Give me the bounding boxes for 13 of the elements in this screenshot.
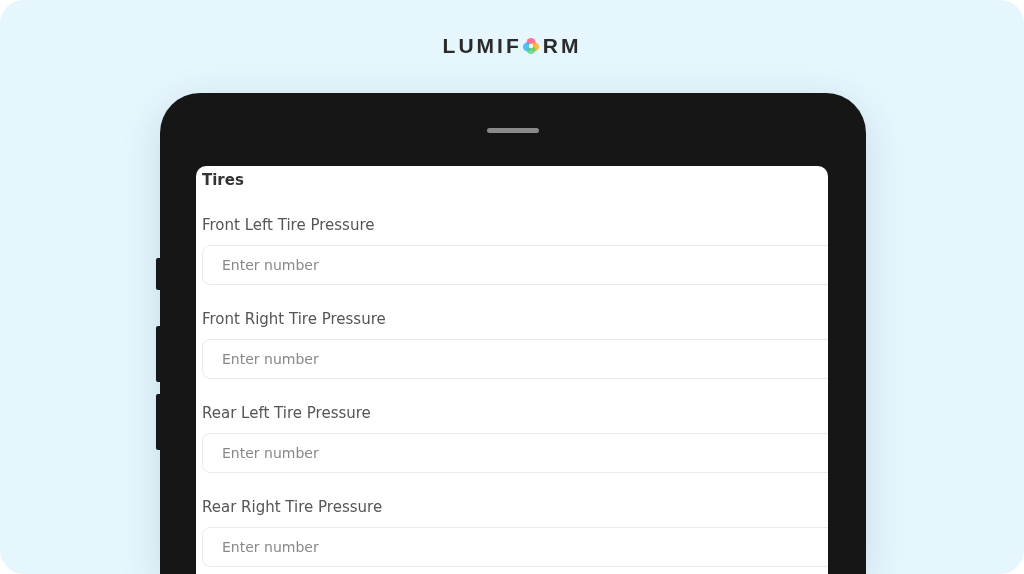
section-title: Tires: [202, 171, 245, 191]
number-field[interactable]: Enter number: [202, 245, 828, 285]
logo-text: RM: [542, 34, 582, 58]
field-label: Rear Right Tire Pressure: [202, 498, 384, 518]
number-field[interactable]: Enter number: [202, 527, 828, 567]
field-label: Front Right Tire Pressure: [202, 310, 387, 330]
number-field[interactable]: Enter number: [202, 339, 828, 379]
field-label: Rear Left Tire Pressure: [202, 404, 372, 424]
speaker-slot: [487, 128, 539, 133]
logo-text: LUMIF: [442, 34, 522, 58]
field-label: Front Left Tire Pressure: [202, 216, 376, 236]
number-field[interactable]: Enter number: [202, 433, 828, 473]
color-wheel-icon: [521, 37, 540, 55]
